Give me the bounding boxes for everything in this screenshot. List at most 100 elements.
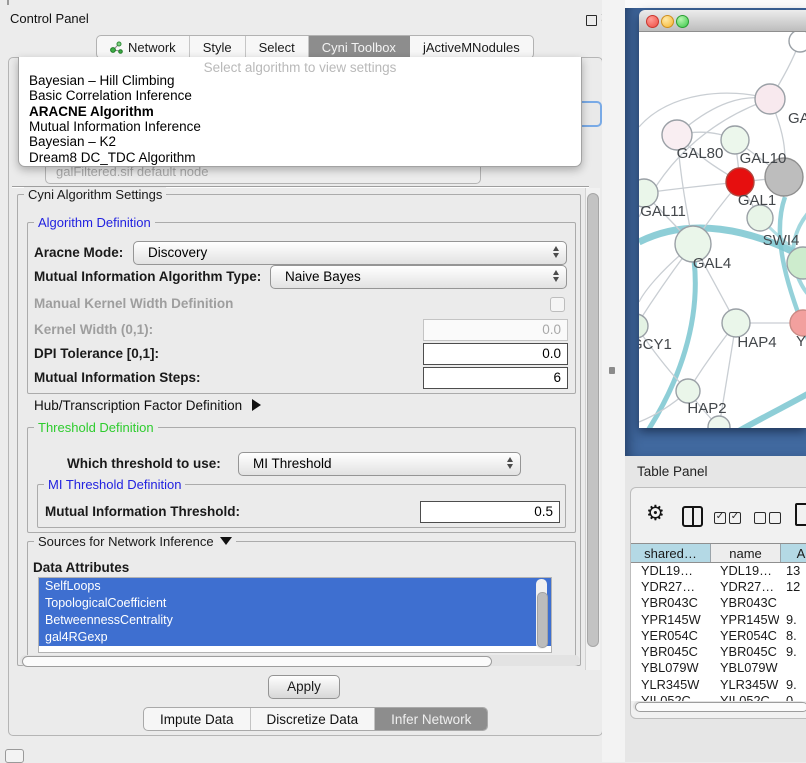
- algorithm-option[interactable]: Mutual Information Inference: [29, 119, 201, 134]
- algorithm-option[interactable]: Dream8 DC_TDC Algorithm: [29, 150, 196, 165]
- spinner-arrows-icon: [553, 270, 559, 282]
- tab-infer-network[interactable]: Infer Network: [375, 708, 487, 730]
- columns-icon[interactable]: [682, 506, 703, 527]
- apply-button[interactable]: Apply: [268, 675, 340, 699]
- algorithm-option[interactable]: Basic Correlation Inference: [29, 88, 192, 103]
- tab-style[interactable]: Style: [190, 36, 246, 58]
- which-threshold-label: Which threshold to use:: [67, 456, 221, 471]
- node-label: HAP4: [737, 334, 776, 351]
- close-traffic-light-icon[interactable]: [646, 15, 659, 28]
- table-scrollbar-thumb[interactable]: [635, 702, 806, 712]
- table-row[interactable]: YDR27…YDR27…12: [631, 578, 806, 594]
- data-attributes-label: Data Attributes: [33, 560, 129, 575]
- which-threshold-combo[interactable]: MI Threshold: [238, 452, 521, 476]
- node-label: HAP2: [687, 400, 726, 417]
- bottom-tab-bar: Impute DataDiscretize DataInfer Network: [143, 707, 488, 731]
- attribute-item[interactable]: gal4RGexp: [39, 629, 551, 646]
- table-row[interactable]: YLR345WYLR345W9.: [631, 676, 806, 692]
- table-panel-title: Table Panel: [637, 464, 708, 479]
- node-gcy1[interactable]: [639, 314, 648, 338]
- table-cell: YDL19…: [631, 563, 710, 578]
- node-label: GAL11: [640, 203, 686, 220]
- algorithm-option[interactable]: Bayesian – Hill Climbing: [29, 73, 175, 88]
- group-title: Cyni Algorithm Settings: [24, 187, 166, 202]
- mi-type-label: Mutual Information Algorithm Type:: [34, 269, 261, 284]
- algorithm-option[interactable]: Bayesian – K2: [29, 134, 116, 149]
- table-row[interactable]: YBL079WYBL079W: [631, 660, 806, 676]
- gear-icon[interactable]: ⚙: [646, 501, 665, 526]
- attribute-item[interactable]: TopologicalCoefficient: [39, 595, 551, 612]
- data-attributes-list[interactable]: SelfLoopsTopologicalCoefficientBetweenne…: [38, 577, 552, 653]
- dpi-tolerance-field[interactable]: 0.0: [423, 343, 568, 365]
- network-canvas[interactable]: GAL7GAL80GAL10GAL1GAL11SWI4GAL4GCY1HAP4Y…: [639, 32, 806, 428]
- document-icon[interactable]: [795, 503, 806, 526]
- tab-network[interactable]: Network: [97, 36, 190, 58]
- column-header[interactable]: name: [711, 544, 781, 562]
- aracne-mode-value: Discovery: [148, 245, 207, 260]
- table-cell: YLR345W: [710, 677, 779, 692]
- node-label: GAL4: [693, 255, 731, 272]
- node-hap4[interactable]: [722, 309, 750, 337]
- tab-cyni-toolbox[interactable]: Cyni Toolbox: [309, 36, 410, 58]
- tab-select[interactable]: Select: [246, 36, 309, 58]
- node-bottom[interactable]: [708, 416, 730, 428]
- mi-threshold-field[interactable]: 0.5: [420, 501, 560, 523]
- manual-kernel-checkbox[interactable]: [550, 297, 565, 312]
- group-title: Algorithm Definition: [34, 215, 155, 230]
- checked-checkbox-icon[interactable]: [729, 512, 741, 524]
- attribute-item[interactable]: BetweennessCentrality: [39, 612, 551, 629]
- tab-impute-data[interactable]: Impute Data: [144, 708, 251, 730]
- aracne-mode-label: Aracne Mode:: [34, 245, 123, 260]
- column-header[interactable]: A: [781, 544, 806, 562]
- checked-checkbox-icon[interactable]: [714, 512, 726, 524]
- chevron-down-icon: [220, 537, 232, 545]
- tab-jactivemnodules[interactable]: jActiveMNodules: [410, 36, 533, 58]
- mi-type-combo[interactable]: Naive Bayes: [270, 265, 567, 289]
- node-label: GAL10: [740, 150, 787, 167]
- panel-divider[interactable]: [602, 0, 625, 762]
- table-cell: 8.: [779, 628, 806, 643]
- minimize-traffic-light-icon[interactable]: [661, 15, 674, 28]
- settings-scrollbar-thumb[interactable]: [587, 193, 599, 647]
- algorithm-option[interactable]: ARACNE Algorithm: [29, 104, 154, 119]
- panel-title: Control Panel: [10, 11, 89, 26]
- zoom-traffic-light-icon[interactable]: [676, 15, 689, 28]
- unchecked-checkbox-icon[interactable]: [754, 512, 766, 524]
- column-header[interactable]: shared…: [631, 544, 711, 562]
- table-row[interactable]: YPR145WYPR145W9.: [631, 611, 806, 627]
- network-canvas-svg: GAL7GAL80GAL10GAL1GAL11SWI4GAL4GCY1HAP4Y…: [639, 32, 806, 428]
- node-top-partial[interactable]: [789, 32, 806, 52]
- table-row[interactable]: YIL052CYIL052C0.: [631, 692, 806, 701]
- clipped-edge-mark: [7, 0, 9, 5]
- table-cell: YIL052C: [710, 693, 779, 701]
- table-cell: 9.: [779, 644, 806, 659]
- mi-threshold-label: Mutual Information Threshold:: [45, 504, 240, 519]
- mi-steps-field[interactable]: 6: [423, 367, 568, 389]
- node-table[interactable]: shared…nameA YDL19…YDL19…13YDR27…YDR27…1…: [631, 543, 806, 701]
- mi-type-value: Naive Bayes: [285, 269, 361, 284]
- sources-group-title[interactable]: Sources for Network Inference: [34, 534, 236, 549]
- float-window-icon[interactable]: [586, 15, 597, 26]
- table-row[interactable]: YDL19…YDL19…13: [631, 562, 806, 578]
- list-scrollbar-thumb[interactable]: [537, 592, 548, 648]
- desktop-top-strip: [625, 0, 806, 8]
- table-cell: YBR045C: [710, 644, 779, 659]
- tab-discretize-data[interactable]: Discretize Data: [251, 708, 376, 730]
- horizontal-scrollbar-thumb[interactable]: [22, 656, 492, 667]
- kernel-width-field[interactable]: 0.0: [423, 319, 568, 341]
- top-tab-bar: NetworkStyleSelectCyni ToolboxjActiveMNo…: [96, 35, 534, 59]
- network-edge[interactable]: [737, 392, 806, 428]
- splitter-handle-icon[interactable]: [609, 367, 615, 374]
- table-cell: 12: [779, 579, 806, 594]
- spinner-arrows-icon: [553, 246, 559, 258]
- table-row[interactable]: YBR043CYBR043C: [631, 595, 806, 611]
- hub-definition-expander[interactable]: Hub/Transcription Factor Definition: [34, 398, 261, 413]
- table-cell: 9.: [779, 612, 806, 627]
- table-row[interactable]: YER054CYER054C8.: [631, 627, 806, 643]
- unchecked-checkbox-icon[interactable]: [769, 512, 781, 524]
- table-row[interactable]: YBR045CYBR045C9.: [631, 644, 806, 660]
- attribute-item[interactable]: SelfLoops: [39, 578, 551, 595]
- aracne-mode-combo[interactable]: Discovery: [133, 241, 567, 265]
- table-cell: YBL079W: [710, 660, 779, 675]
- node-gal7[interactable]: [755, 84, 785, 114]
